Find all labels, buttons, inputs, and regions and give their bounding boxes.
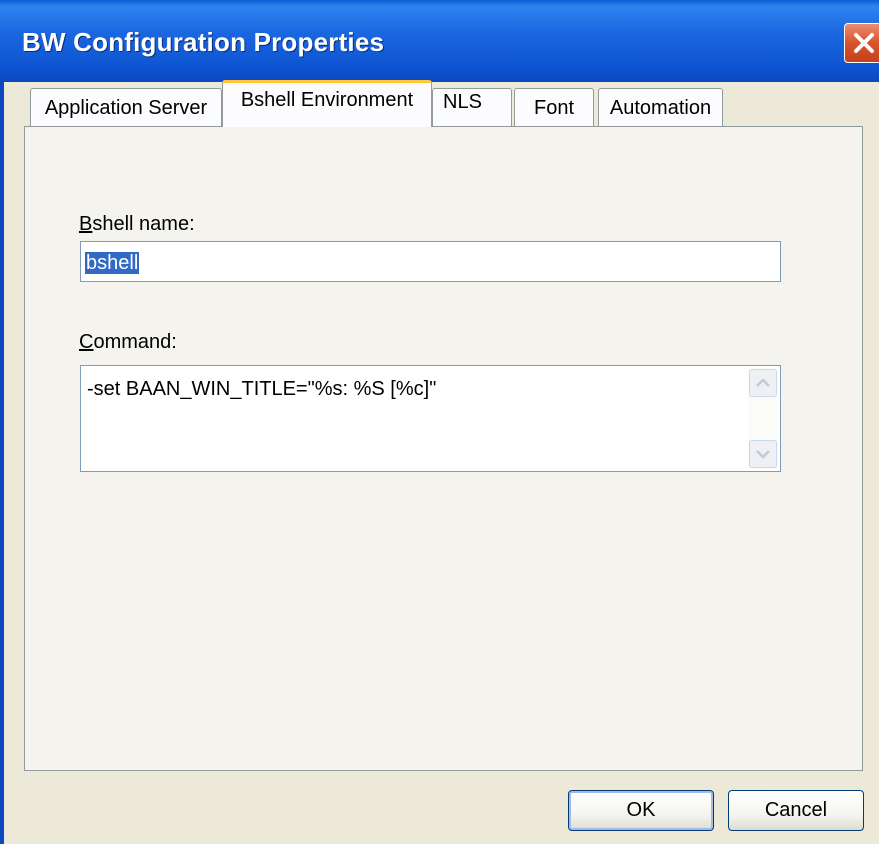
chevron-down-icon xyxy=(756,450,770,459)
tab-label: Automation xyxy=(609,96,712,119)
scroll-down-button[interactable] xyxy=(749,440,777,468)
scroll-up-button[interactable] xyxy=(749,369,777,397)
tab-automation[interactable]: Automation xyxy=(598,88,723,127)
tab-bshell-environment[interactable]: Bshell Environment xyxy=(222,80,432,127)
window-title: BW Configuration Properties xyxy=(22,27,385,57)
tab-nls[interactable]: NLS xyxy=(432,88,512,127)
bshell-name-value: bshell xyxy=(85,252,140,274)
ok-button[interactable]: OK xyxy=(568,790,714,831)
tab-label: Application Server xyxy=(44,96,208,119)
bshell-name-label: Bshell name: xyxy=(79,213,195,235)
bshell-name-input[interactable]: bshell xyxy=(80,241,781,282)
dialog-window: BW Configuration Properties Application … xyxy=(0,0,879,844)
cancel-label: Cancel xyxy=(764,799,828,821)
tab-label: NLS xyxy=(443,91,482,113)
ok-label: OK xyxy=(626,799,656,821)
tab-label: Bshell Environment xyxy=(240,89,414,111)
close-icon xyxy=(854,33,874,53)
command-textarea[interactable]: -set BAAN_WIN_TITLE="%s: %S [%c]" xyxy=(80,365,781,472)
title-bar[interactable]: BW Configuration Properties xyxy=(0,0,879,82)
command-label: Command: xyxy=(79,331,177,353)
chevron-up-icon xyxy=(756,378,770,387)
tab-font[interactable]: Font xyxy=(514,88,594,127)
cancel-button[interactable]: Cancel xyxy=(728,790,864,831)
close-button[interactable] xyxy=(844,23,879,63)
tab-application-server[interactable]: Application Server xyxy=(30,88,222,127)
window-border xyxy=(0,82,4,844)
command-scrollbar[interactable] xyxy=(748,368,778,469)
tab-panel-bshell-environment: Bshell name: bshell Command: -set BAAN_W… xyxy=(24,126,863,771)
command-value: -set BAAN_WIN_TITLE="%s: %S [%c]" xyxy=(87,378,437,400)
tab-label: Font xyxy=(533,96,575,119)
